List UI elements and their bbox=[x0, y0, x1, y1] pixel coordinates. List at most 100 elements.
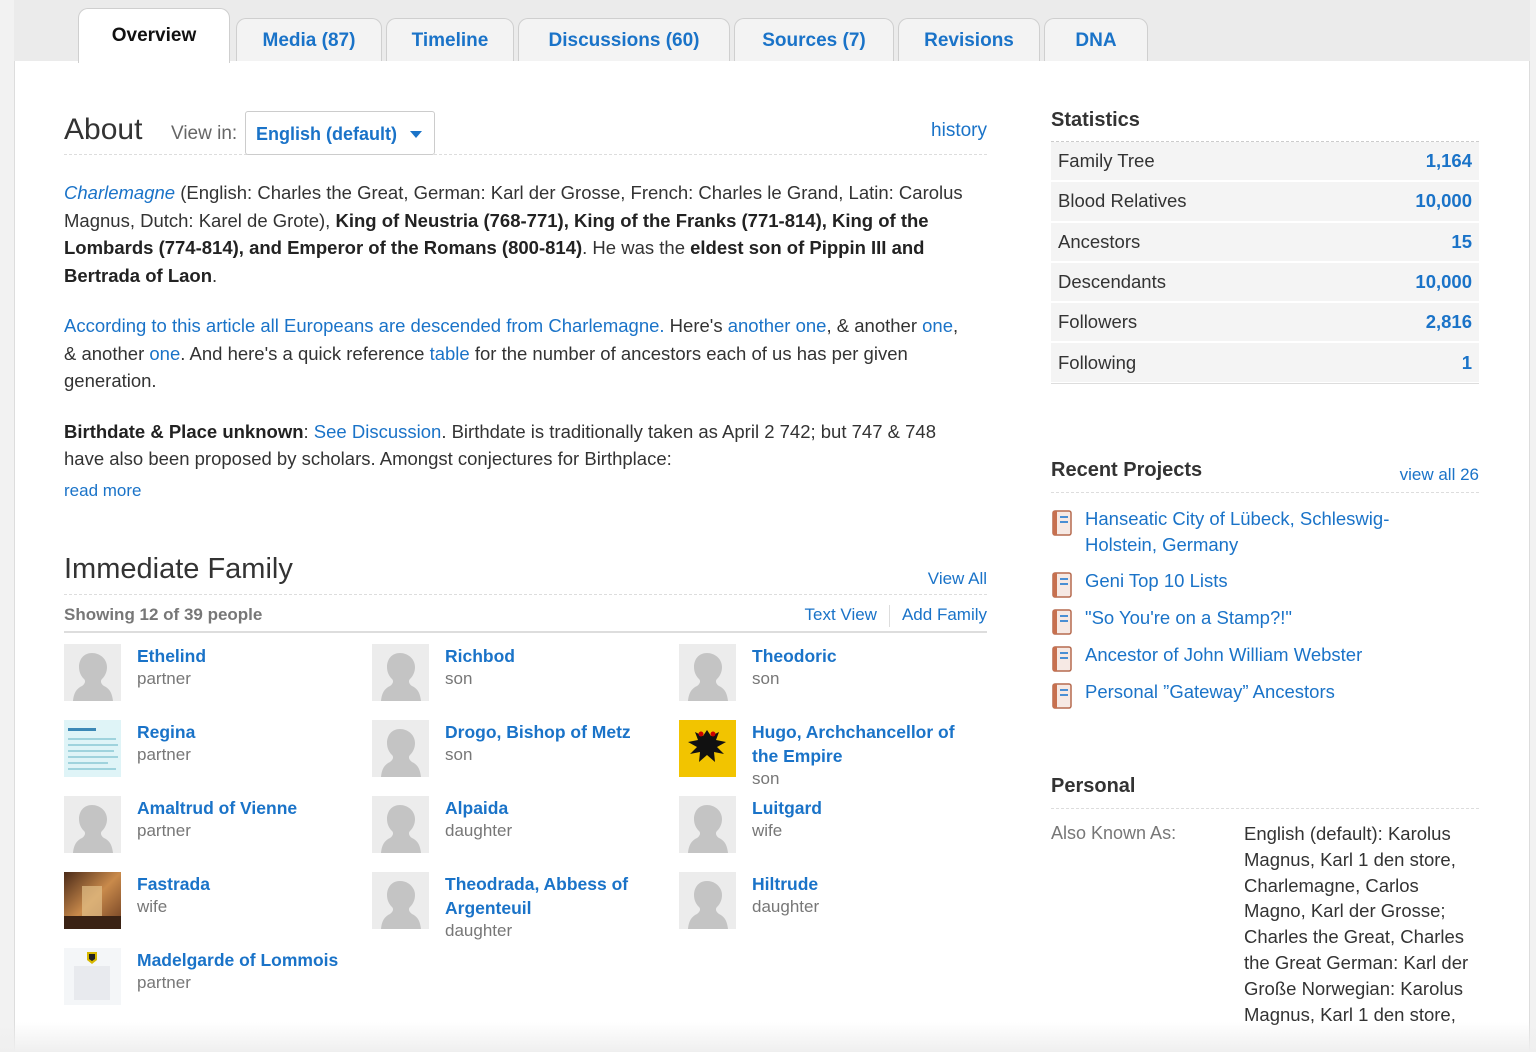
avatar[interactable] bbox=[64, 796, 121, 853]
project-link[interactable]: Geni Top 10 Lists bbox=[1085, 568, 1445, 594]
personal-header: Personal bbox=[1051, 775, 1479, 809]
table-link[interactable]: table bbox=[430, 343, 470, 364]
article-link[interactable]: According to this article all Europeans … bbox=[64, 315, 665, 336]
avatar[interactable] bbox=[372, 720, 429, 777]
project-link[interactable]: Personal ”Gateway” Ancestors bbox=[1085, 679, 1445, 705]
member-relation: son bbox=[752, 769, 780, 788]
member-name-link[interactable]: Hugo, Archchancellor of the Empire bbox=[752, 720, 982, 768]
family-title: Immediate Family bbox=[64, 553, 293, 585]
member-relation: wife bbox=[752, 821, 783, 840]
stat-value[interactable]: 1 bbox=[1462, 352, 1472, 374]
view-all-projects-link[interactable]: view all 26 bbox=[1400, 465, 1479, 485]
avatar[interactable] bbox=[372, 644, 429, 701]
member-relation: partner bbox=[137, 669, 191, 688]
language-select[interactable]: English (default) bbox=[245, 111, 435, 155]
member-name-link[interactable]: Amaltrud of Vienne bbox=[137, 796, 367, 820]
avatar[interactable] bbox=[64, 948, 121, 1005]
member-name-link[interactable]: Theodrada, Abbess of Argenteuil bbox=[445, 872, 675, 920]
project-link[interactable]: Hanseatic City of Lübeck, Schleswig-Hols… bbox=[1085, 506, 1445, 558]
member-name-link[interactable]: Drogo, Bishop of Metz bbox=[445, 720, 675, 744]
avatar[interactable] bbox=[679, 796, 736, 853]
project-book-icon bbox=[1051, 609, 1073, 635]
avatar[interactable] bbox=[679, 872, 736, 929]
member-name-link[interactable]: Ethelind bbox=[137, 644, 367, 668]
tab-media[interactable]: Media (87) bbox=[236, 18, 382, 62]
one-link-2[interactable]: one bbox=[149, 343, 180, 364]
project-book-icon bbox=[1051, 572, 1073, 598]
aka-value: English (default): Karolus Magnus, Karl … bbox=[1244, 823, 1469, 1025]
add-family-link[interactable]: Add Family bbox=[902, 605, 987, 627]
name-link[interactable]: Charlemagne bbox=[64, 182, 175, 203]
divider bbox=[888, 605, 890, 627]
stat-row-family-tree[interactable]: Family Tree 1,164 bbox=[1051, 142, 1479, 183]
member-name-link[interactable]: Regina bbox=[137, 720, 367, 744]
view-all-family-link[interactable]: View All bbox=[928, 569, 987, 589]
showing-count: Showing 12 of 39 people bbox=[64, 605, 263, 624]
avatar[interactable] bbox=[372, 872, 429, 929]
projects-header: Recent Projects view all 26 bbox=[1051, 459, 1479, 493]
tab-overview[interactable]: Overview bbox=[78, 8, 230, 63]
stat-value[interactable]: 2,816 bbox=[1426, 311, 1472, 333]
family-header: Immediate Family View All bbox=[64, 549, 987, 595]
avatar[interactable] bbox=[372, 796, 429, 853]
stat-row-ancestors[interactable]: Ancestors 15 bbox=[1051, 222, 1479, 263]
member-relation: son bbox=[752, 669, 780, 688]
bottom-shade bbox=[0, 1022, 1536, 1052]
stat-value[interactable]: 10,000 bbox=[1415, 271, 1472, 293]
profile-panel: About View in: English (default) history… bbox=[14, 61, 1530, 1052]
tab-timeline[interactable]: Timeline bbox=[386, 18, 514, 62]
member-name-link[interactable]: Madelgarde of Lommois bbox=[137, 948, 367, 972]
another-one-link[interactable]: another one bbox=[728, 315, 827, 336]
bio-paragraph-1: Charlemagne (English: Charles the Great,… bbox=[64, 182, 963, 286]
avatar[interactable] bbox=[64, 644, 121, 701]
member-relation: daughter bbox=[445, 821, 513, 840]
bio-paragraph-2: According to this article all Europeans … bbox=[64, 315, 959, 391]
aka-label: Also Known As: bbox=[1051, 823, 1177, 843]
stat-row-following[interactable]: Following 1 bbox=[1051, 343, 1479, 384]
project-link[interactable]: Ancestor of John William Webster bbox=[1085, 642, 1445, 668]
member-relation: wife bbox=[137, 897, 168, 916]
tab-discussions[interactable]: Discussions (60) bbox=[518, 18, 730, 62]
tab-sources[interactable]: Sources (7) bbox=[734, 18, 894, 62]
text-view-link[interactable]: Text View bbox=[805, 605, 877, 627]
avatar[interactable] bbox=[679, 644, 736, 701]
about-header: About View in: English (default) history bbox=[64, 111, 987, 155]
projects-title: Recent Projects bbox=[1051, 459, 1203, 481]
about-title: About bbox=[64, 113, 143, 146]
avatar[interactable] bbox=[64, 720, 121, 777]
member-name-link[interactable]: Hiltrude bbox=[752, 872, 982, 896]
member-relation: partner bbox=[137, 745, 191, 764]
statistics-title: Statistics bbox=[1051, 109, 1140, 131]
bio-paragraph-3: Birthdate & Place unknown: See Discussio… bbox=[64, 420, 936, 470]
view-in-label: View in: bbox=[171, 123, 238, 144]
language-value: English (default) bbox=[256, 124, 397, 144]
stat-row-followers[interactable]: Followers 2,816 bbox=[1051, 303, 1479, 344]
member-name-link[interactable]: Fastrada bbox=[137, 872, 367, 896]
tab-revisions[interactable]: Revisions bbox=[898, 18, 1040, 62]
tab-dna[interactable]: DNA bbox=[1044, 18, 1148, 62]
read-more-link[interactable]: read more bbox=[64, 481, 141, 501]
member-name-link[interactable]: Theodoric bbox=[752, 644, 982, 668]
stat-value[interactable]: 15 bbox=[1451, 231, 1472, 253]
stat-row-descendants[interactable]: Descendants 10,000 bbox=[1051, 262, 1479, 304]
member-name-link[interactable]: Richbod bbox=[445, 644, 675, 668]
chevron-down-icon bbox=[410, 131, 422, 138]
member-relation: son bbox=[445, 745, 473, 764]
see-discussion-link[interactable]: See Discussion bbox=[314, 421, 442, 442]
personal-title: Personal bbox=[1051, 775, 1136, 797]
one-link-1[interactable]: one bbox=[922, 315, 953, 336]
member-name-link[interactable]: Luitgard bbox=[752, 796, 982, 820]
avatar[interactable] bbox=[679, 720, 736, 777]
member-relation: daughter bbox=[445, 921, 513, 940]
history-link[interactable]: history bbox=[931, 120, 987, 142]
project-book-icon bbox=[1051, 683, 1073, 709]
member-relation: partner bbox=[137, 973, 191, 992]
stat-row-blood-relatives[interactable]: Blood Relatives 10,000 bbox=[1051, 182, 1479, 223]
stat-value[interactable]: 1,164 bbox=[1426, 150, 1472, 172]
stat-value[interactable]: 10,000 bbox=[1415, 190, 1472, 212]
avatar[interactable] bbox=[64, 872, 121, 929]
project-link[interactable]: "So You're on a Stamp?!" bbox=[1085, 605, 1445, 631]
member-relation: daughter bbox=[752, 897, 820, 916]
member-name-link[interactable]: Alpaida bbox=[445, 796, 675, 820]
about-text: Charlemagne (English: Charles the Great,… bbox=[64, 179, 974, 496]
